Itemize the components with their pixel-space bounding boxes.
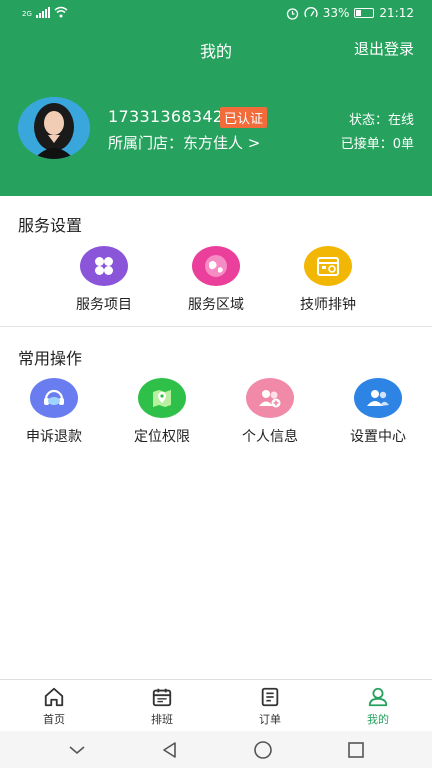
back-icon[interactable] — [160, 740, 180, 760]
network-type: 2G — [22, 10, 32, 18]
settings-center-label: 设置中心 — [350, 429, 406, 445]
tab-home-label: 首页 — [43, 713, 65, 726]
service-items-button[interactable]: 服务项目 — [56, 246, 152, 314]
service-area-label: 服务区域 — [188, 297, 244, 313]
service-settings-title: 服务设置 — [18, 216, 83, 235]
service-area-button[interactable]: 服务区域 — [168, 246, 264, 314]
avatar-portrait-icon — [18, 97, 90, 159]
bottom-tab-bar: 首页 排班 订单 我的 — [0, 679, 432, 731]
user-add-icon — [246, 378, 294, 418]
store-link[interactable]: 所属门店：东方佳人 > — [108, 132, 260, 153]
location-permission-label: 定位权限 — [134, 429, 190, 445]
avatar[interactable] — [18, 97, 90, 159]
logout-button[interactable]: 退出登录 — [354, 38, 414, 59]
home-icon — [44, 687, 64, 707]
calendar-icon — [152, 688, 172, 707]
common-ops-title: 常用操作 — [18, 349, 83, 368]
appeal-refund-label: 申诉退款 — [26, 429, 82, 445]
grid-icon — [80, 246, 128, 286]
signal-icon — [35, 6, 50, 18]
tab-orders-label: 订单 — [259, 713, 281, 726]
clock: 21:12 — [379, 6, 414, 20]
tab-home[interactable]: 首页 — [0, 680, 108, 731]
profile-header: 2G 33% 21:12 我的 退出登录 17331368342 已认证 状态：… — [0, 0, 432, 196]
speed-icon — [304, 6, 318, 17]
system-nav-bar — [0, 731, 432, 768]
tab-mine-label: 我的 — [367, 713, 389, 726]
battery-percent: 33% — [322, 6, 350, 20]
location-permission-button[interactable]: 定位权限 — [114, 378, 210, 446]
status-left: 2G — [22, 6, 68, 18]
map-icon — [138, 378, 186, 418]
alarm-icon — [286, 7, 298, 20]
orders-count: 已接单：0单 — [340, 137, 414, 152]
tab-orders[interactable]: 订单 — [216, 680, 324, 731]
online-status: 状态：在线 — [348, 113, 414, 128]
tab-schedule[interactable]: 排班 — [108, 680, 216, 731]
settings-center-button[interactable]: 设置中心 — [330, 378, 426, 446]
person-icon — [368, 687, 388, 707]
battery-icon — [354, 8, 375, 18]
chevron-down-icon[interactable] — [67, 740, 87, 760]
schedule-icon — [304, 246, 352, 286]
tab-schedule-label: 排班 — [151, 713, 173, 726]
technician-schedule-label: 技师排钟 — [300, 297, 356, 313]
support-icon — [30, 378, 78, 418]
document-icon — [261, 687, 279, 707]
globe-icon — [192, 246, 240, 286]
phone-number: 17331368342 — [108, 107, 224, 126]
recents-icon[interactable] — [346, 740, 366, 760]
technician-schedule-button[interactable]: 技师排钟 — [280, 246, 376, 314]
home-circle-icon[interactable] — [253, 740, 273, 760]
users-icon — [354, 378, 402, 418]
status-right: 33% 21:12 — [286, 6, 414, 20]
verified-badge: 已认证 — [220, 107, 268, 128]
personal-info-label: 个人信息 — [242, 429, 298, 445]
status-bar: 2G 33% 21:12 — [0, 0, 432, 28]
appeal-refund-button[interactable]: 申诉退款 — [6, 378, 102, 446]
tab-mine[interactable]: 我的 — [324, 680, 432, 731]
section-divider — [0, 326, 432, 327]
personal-info-button[interactable]: 个人信息 — [222, 378, 318, 446]
wifi-icon — [54, 6, 68, 18]
service-items-label: 服务项目 — [76, 297, 132, 313]
